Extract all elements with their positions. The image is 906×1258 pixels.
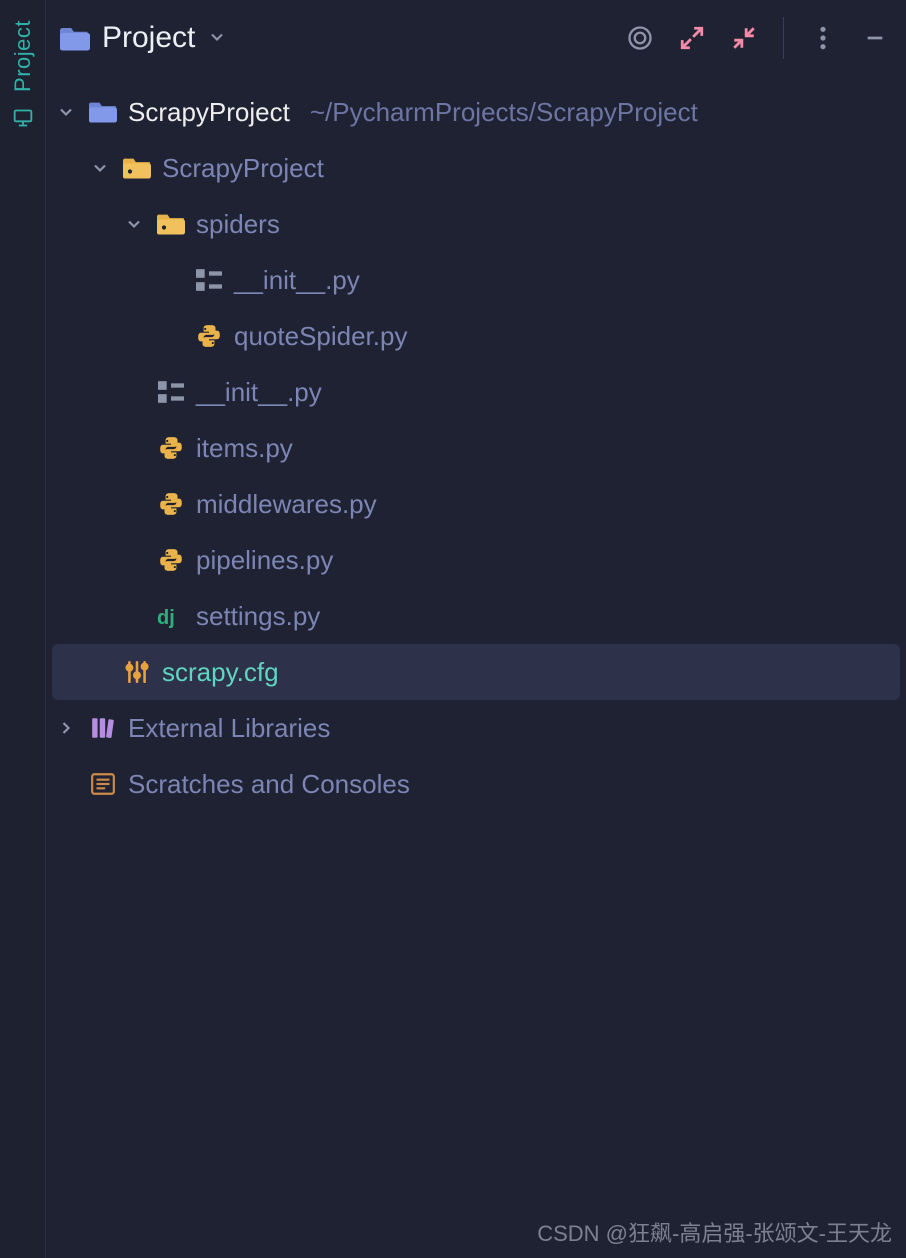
python-file-icon: [194, 321, 224, 351]
package-folder-icon: [122, 153, 152, 183]
tree-label: Scratches and Consoles: [128, 769, 410, 800]
tool-strip: Project: [0, 0, 46, 1258]
watermark-text: CSDN @狂飙-高启强-张颂文-王天龙: [537, 1216, 892, 1248]
django-settings-icon: dj: [156, 601, 186, 631]
project-view-selector[interactable]: Project: [60, 21, 227, 55]
tree-label: External Libraries: [128, 713, 330, 744]
tree-label: settings.py: [196, 601, 320, 632]
tree-label: items.py: [196, 433, 293, 464]
collapse-icon[interactable]: [725, 19, 763, 57]
library-icon: [88, 713, 118, 743]
tree-file-quotespider[interactable]: quoteSpider.py: [46, 308, 906, 364]
panel-header: Project: [46, 0, 906, 76]
svg-text:dj: dj: [157, 607, 175, 628]
tree-label: pipelines.py: [196, 545, 333, 576]
divider: [783, 17, 784, 59]
minimize-icon[interactable]: [856, 19, 894, 57]
tree-file-items[interactable]: items.py: [46, 420, 906, 476]
chevron-down-icon: [207, 23, 227, 54]
tree-label: __init__.py: [196, 377, 322, 408]
panel-title: Project: [102, 21, 195, 55]
tree-folder-scrapyproject-pkg[interactable]: ScrapyProject: [46, 140, 906, 196]
folder-icon: [88, 97, 118, 127]
config-file-icon: [122, 657, 152, 687]
python-file-icon: [156, 545, 186, 575]
monitor-icon: [12, 104, 34, 135]
tree-label: quoteSpider.py: [234, 321, 407, 352]
python-file-icon: [156, 433, 186, 463]
tree-label: spiders: [196, 209, 280, 240]
more-options-icon[interactable]: [804, 19, 842, 57]
chevron-down-icon[interactable]: [54, 100, 78, 124]
tree-folder-spiders[interactable]: spiders: [46, 196, 906, 252]
init-file-icon: [156, 377, 186, 407]
tree-external-libraries[interactable]: External Libraries: [46, 700, 906, 756]
tree-root-scrapyproject[interactable]: ScrapyProject ~/PycharmProjects/ScrapyPr…: [46, 84, 906, 140]
project-tree: ScrapyProject ~/PycharmProjects/ScrapyPr…: [46, 76, 906, 1258]
python-file-icon: [156, 489, 186, 519]
tree-file-middlewares[interactable]: middlewares.py: [46, 476, 906, 532]
tree-scratches-consoles[interactable]: Scratches and Consoles: [46, 756, 906, 812]
tree-path: ~/PycharmProjects/ScrapyProject: [310, 97, 698, 128]
tree-label: scrapy.cfg: [162, 657, 279, 688]
project-tool-tab[interactable]: Project: [10, 20, 36, 92]
target-icon[interactable]: [621, 19, 659, 57]
chevron-down-icon[interactable]: [122, 212, 146, 236]
init-file-icon: [194, 265, 224, 295]
tree-file-pkg-init[interactable]: __init__.py: [46, 364, 906, 420]
tree-label: ScrapyProject: [128, 97, 290, 128]
tree-file-settings[interactable]: dj settings.py: [46, 588, 906, 644]
package-folder-icon: [156, 209, 186, 239]
tree-label: middlewares.py: [196, 489, 377, 520]
chevron-right-icon[interactable]: [54, 716, 78, 740]
project-folder-icon: [60, 25, 90, 51]
tree-file-spiders-init[interactable]: __init__.py: [46, 252, 906, 308]
expand-icon[interactable]: [673, 19, 711, 57]
tree-file-scrapy-cfg[interactable]: scrapy.cfg: [52, 644, 900, 700]
chevron-down-icon[interactable]: [88, 156, 112, 180]
tree-file-pipelines[interactable]: pipelines.py: [46, 532, 906, 588]
scratches-icon: [88, 769, 118, 799]
project-panel: Project S: [46, 0, 906, 1258]
tree-label: __init__.py: [234, 265, 360, 296]
tree-label: ScrapyProject: [162, 153, 324, 184]
